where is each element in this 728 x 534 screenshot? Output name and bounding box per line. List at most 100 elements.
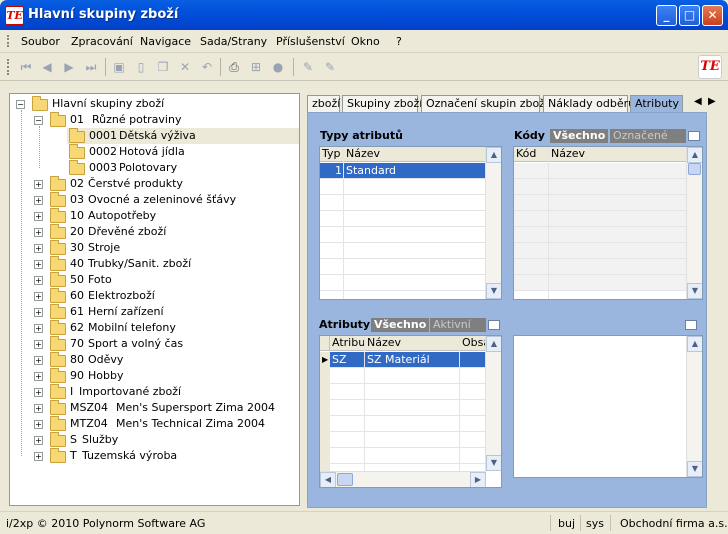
tree-item-code: 30 — [70, 241, 84, 254]
scroll-down-icon[interactable]: ▼ — [486, 455, 501, 471]
tab-scroll-left-icon[interactable]: ◀ — [694, 96, 702, 107]
typy-atributu-grid[interactable]: Typ Název 1 Standard ▲ ▼ — [319, 146, 502, 300]
tab-scroll-right-icon[interactable]: ▶ — [708, 96, 716, 107]
refresh-icon[interactable]: ● — [270, 59, 286, 75]
maximize-button[interactable]: □ — [679, 5, 700, 26]
expand-icon[interactable]: + — [34, 324, 43, 333]
collapse-icon[interactable]: − — [34, 116, 43, 125]
last-record-icon[interactable]: ⏭ — [83, 59, 99, 75]
atributy-filter-all[interactable]: Všechno — [371, 318, 430, 332]
menu-prislusenstvi[interactable]: Příslušenství — [276, 35, 345, 48]
delete-icon[interactable]: ✕ — [177, 59, 193, 75]
expand-icon[interactable]: + — [34, 180, 43, 189]
empty-row — [320, 179, 486, 195]
tree-item-0001[interactable]: 0001 Dětská výživa — [67, 128, 299, 144]
copy-icon[interactable]: ❐ — [155, 59, 171, 75]
edit-all-icon[interactable]: ✎ — [322, 59, 338, 75]
kody-grid[interactable]: Kód Název ▲ ▼ — [513, 146, 703, 300]
expand-icon[interactable]: + — [34, 340, 43, 349]
undo-icon[interactable]: ↶ — [199, 59, 215, 75]
atributy-grid[interactable]: Atribut Název Obsa ▶ SZ SZ Materiál ▲ ▼ … — [319, 335, 502, 488]
menu-soubor[interactable]: Soubor — [21, 35, 60, 48]
values-grid[interactable]: ▲ ▼ — [513, 335, 703, 478]
scroll-down-icon[interactable]: ▼ — [486, 283, 501, 299]
expand-icon[interactable]: + — [34, 276, 43, 285]
column-header-nazev[interactable]: Název — [549, 147, 687, 162]
scroll-left-icon[interactable]: ◀ — [320, 472, 336, 487]
table-row[interactable]: SZ SZ Materiál — [330, 352, 486, 368]
scroll-up-icon[interactable]: ▲ — [687, 336, 702, 352]
column-header-nazev[interactable]: Název — [344, 147, 486, 162]
edit-icon[interactable]: ✎ — [300, 59, 316, 75]
expand-icon[interactable]: + — [34, 372, 43, 381]
kody-filter-marked[interactable]: Označené — [610, 129, 686, 143]
vertical-scrollbar[interactable]: ▲ ▼ — [485, 147, 501, 299]
horizontal-scrollbar[interactable]: ◀ ▶ — [320, 471, 486, 487]
column-header-nazev[interactable]: Název — [365, 336, 460, 351]
vertical-scrollbar[interactable]: ▲ ▼ — [686, 336, 702, 477]
kody-filter-all[interactable]: Všechno — [550, 129, 609, 143]
tree-item-name: Elektrozboží — [88, 289, 155, 302]
folder-icon — [50, 384, 66, 399]
values-grid-menu-icon[interactable] — [685, 320, 697, 330]
kody-grid-menu-icon[interactable] — [688, 131, 700, 141]
tab-skupiny-zbozi[interactable]: Skupiny zboží — [342, 95, 422, 113]
expand-icon[interactable]: + — [34, 292, 43, 301]
column-header-atribut[interactable]: Atribut — [330, 336, 365, 351]
column-header-obsah[interactable]: Obsa — [460, 336, 486, 351]
tree-view[interactable]: − Hlavní skupiny zboží − 01 Různé potrav… — [9, 93, 300, 506]
expand-icon[interactable]: + — [34, 228, 43, 237]
expand-icon[interactable]: + — [34, 260, 43, 269]
expand-icon[interactable]: + — [34, 196, 43, 205]
vertical-scrollbar[interactable]: ▲ ▼ — [686, 147, 702, 299]
save-icon[interactable]: ▣ — [111, 59, 127, 75]
scroll-up-icon[interactable]: ▲ — [486, 336, 501, 352]
tree-item-name: Dětská výživa — [119, 129, 196, 142]
close-button[interactable]: ✕ — [702, 5, 723, 26]
scroll-down-icon[interactable]: ▼ — [687, 283, 702, 299]
menu-help[interactable]: ? — [396, 35, 402, 48]
expand-icon[interactable]: + — [34, 356, 43, 365]
kody-label: Kódy — [514, 129, 545, 142]
expand-icon[interactable]: + — [34, 436, 43, 445]
menu-okno[interactable]: Okno — [351, 35, 380, 48]
expand-icon[interactable]: + — [34, 244, 43, 253]
toolbar-separator — [220, 58, 221, 76]
column-header-typ[interactable]: Typ — [320, 147, 344, 162]
new-document-icon[interactable]: ▯ — [133, 59, 149, 75]
tab-naklady-odberu[interactable]: Náklady odběru — [543, 95, 635, 113]
scroll-right-icon[interactable]: ▶ — [470, 472, 486, 487]
brand-logo-icon: TE — [698, 55, 722, 79]
next-record-icon[interactable]: ▶ — [61, 59, 77, 75]
atributy-grid-menu-icon[interactable] — [488, 320, 500, 330]
menu-navigace[interactable]: Navigace — [140, 35, 191, 48]
expand-icon[interactable]: + — [34, 388, 43, 397]
minimize-button[interactable]: _ — [656, 5, 677, 26]
scroll-thumb[interactable] — [337, 473, 353, 486]
scroll-up-icon[interactable]: ▲ — [687, 147, 702, 163]
collapse-icon[interactable]: − — [16, 100, 25, 109]
expand-icon[interactable]: + — [34, 212, 43, 221]
first-record-icon[interactable]: ⏮ — [18, 59, 34, 75]
vertical-scrollbar[interactable]: ▲ ▼ — [485, 336, 501, 471]
atributy-filter-active[interactable]: Aktivní — [430, 318, 486, 332]
scroll-up-icon[interactable]: ▲ — [486, 147, 501, 163]
previous-record-icon[interactable]: ◀ — [39, 59, 55, 75]
structure-icon[interactable]: ⊞ — [248, 59, 264, 75]
scroll-thumb[interactable] — [688, 163, 701, 175]
menu-sada-strany[interactable]: Sada/Strany — [200, 35, 267, 48]
column-header-kod[interactable]: Kód — [514, 147, 549, 162]
scroll-down-icon[interactable]: ▼ — [687, 461, 702, 477]
app-logo-icon[interactable]: TE — [5, 6, 24, 25]
table-row[interactable]: 1 Standard — [320, 163, 486, 179]
expand-icon[interactable]: + — [34, 404, 43, 413]
expand-icon[interactable]: + — [34, 452, 43, 461]
tree-item-code: 10 — [70, 209, 84, 222]
tree-item-name: Men's Technical Zima 2004 — [116, 417, 266, 430]
expand-icon[interactable]: + — [34, 420, 43, 429]
tab-zbozi[interactable]: zboží — [307, 95, 340, 113]
print-icon[interactable]: ⎙ — [226, 59, 242, 75]
expand-icon[interactable]: + — [34, 308, 43, 317]
tab-oznaceni-skupin-zbozi[interactable]: Označení skupin zboží — [421, 95, 548, 113]
menu-zpracovani[interactable]: Zpracování — [71, 35, 133, 48]
